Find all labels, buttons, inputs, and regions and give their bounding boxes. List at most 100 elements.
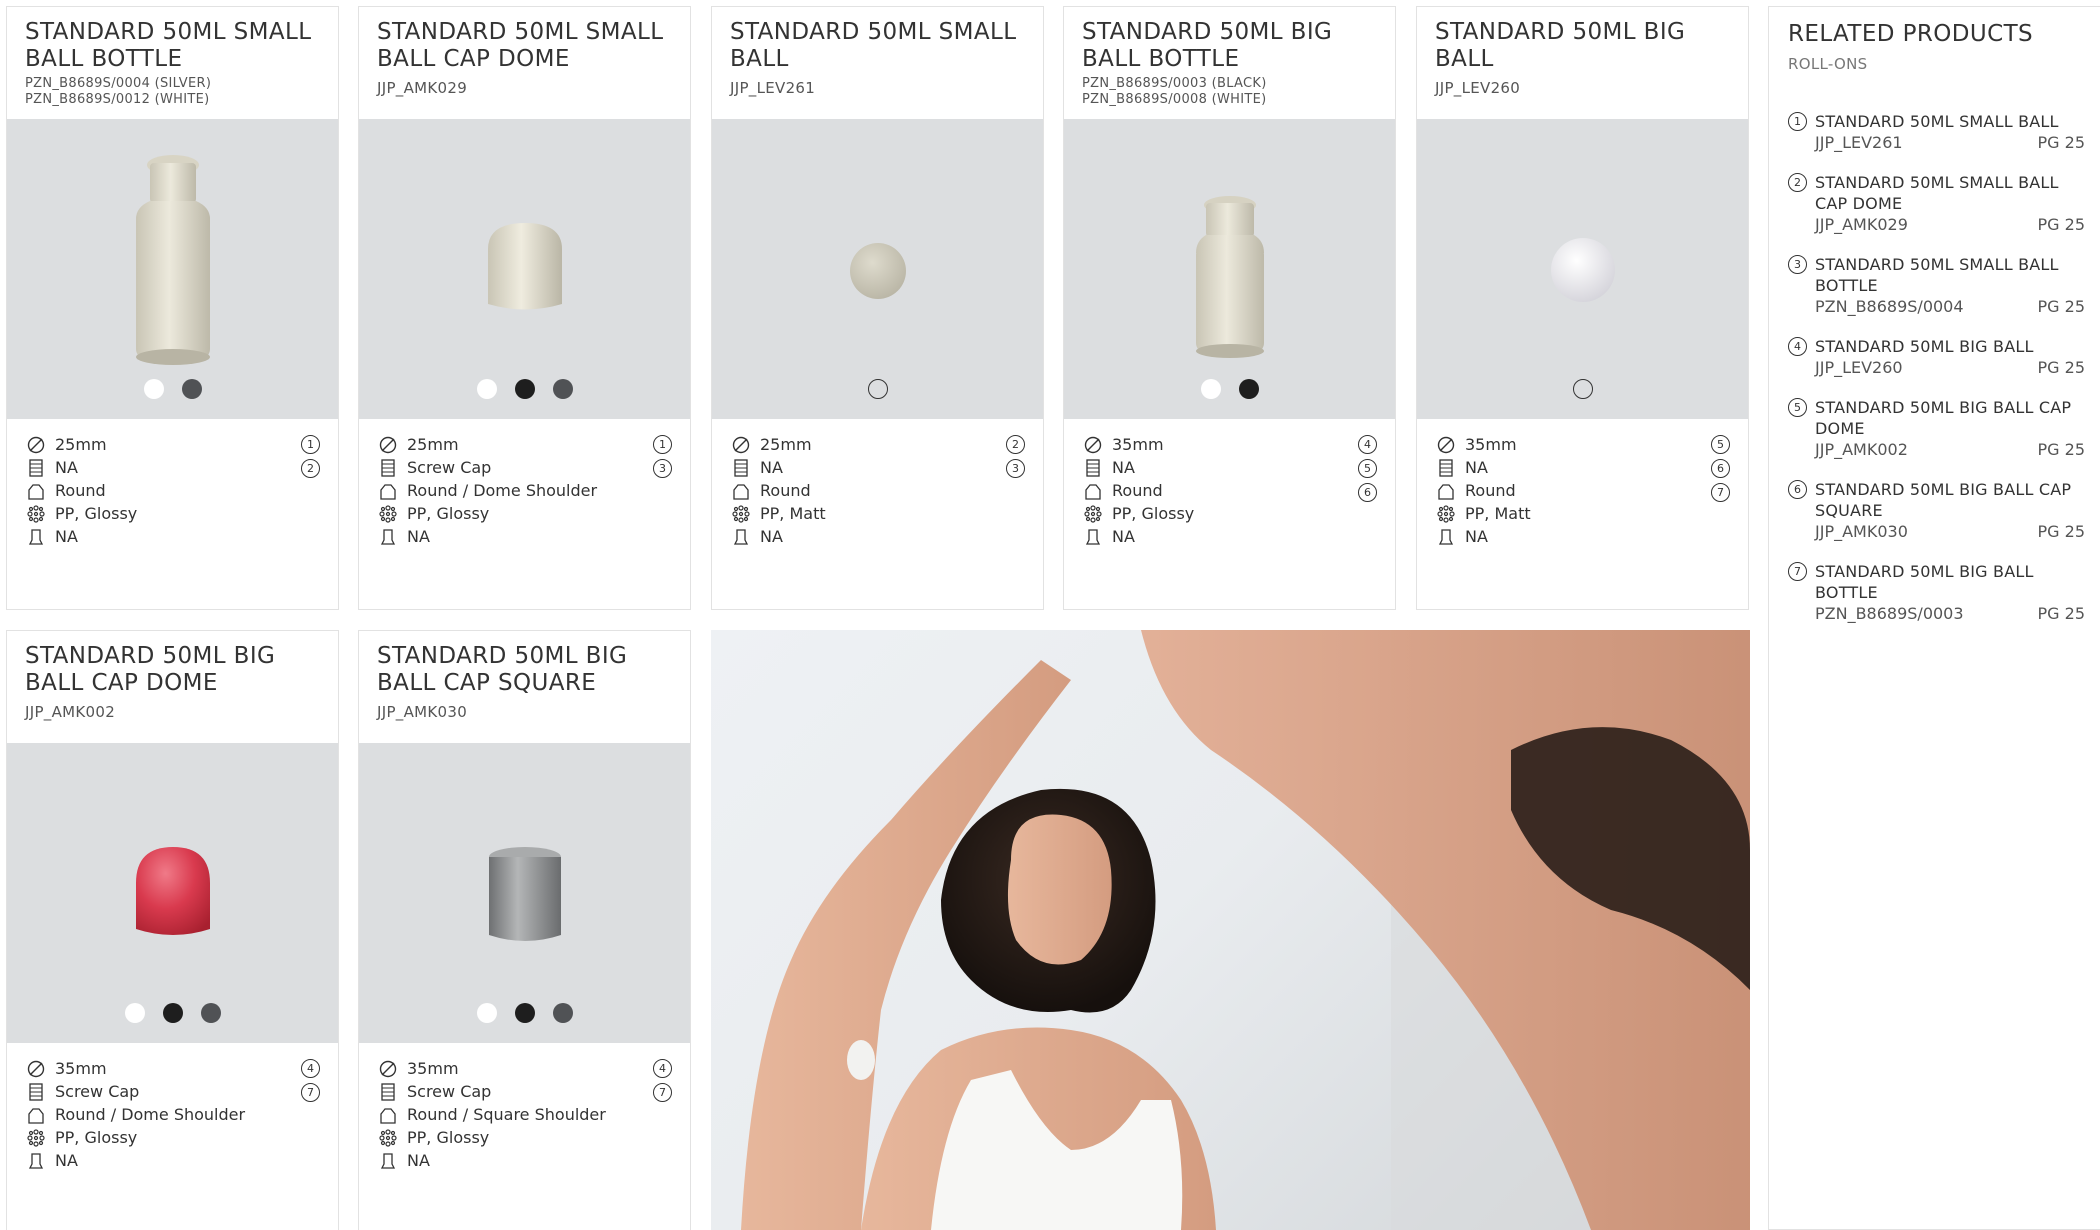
related-refs: 1 2	[301, 435, 320, 478]
swatch-natural[interactable]	[867, 379, 888, 399]
swatch-black[interactable]	[514, 1003, 535, 1023]
related-item[interactable]: 3 STANDARD 50ML SMALL BALL BOTTLE PZN_B8…	[1788, 254, 2100, 317]
ref-number[interactable]: 6	[1358, 483, 1377, 502]
related-item-page[interactable]: PG 25	[2038, 603, 2086, 624]
swatch-white[interactable]	[124, 1003, 145, 1023]
swatch-grey[interactable]	[181, 379, 202, 399]
ball-image	[849, 243, 906, 299]
spec-shape: Round	[1465, 481, 1516, 500]
swatch-black[interactable]	[1238, 379, 1259, 399]
swatch-white[interactable]	[143, 379, 164, 399]
product-specs: 25mm Screw Cap Round / Dome Shoulder PP,…	[359, 419, 690, 609]
material-icon	[25, 504, 47, 524]
shape-icon	[377, 1105, 399, 1125]
ref-number: 3	[1788, 255, 1807, 274]
swatch-grey[interactable]	[200, 1003, 221, 1023]
swatch-grey[interactable]	[552, 379, 573, 399]
product-photo	[7, 743, 338, 1043]
swatch-white[interactable]	[1572, 379, 1593, 399]
diameter-icon	[377, 435, 399, 455]
product-card[interactable]: STANDARD 50ML BIG BALL BOTTLE PZN_B8689S…	[1063, 6, 1396, 610]
product-code: JJP_AMK030	[377, 703, 468, 721]
related-item[interactable]: 2 STANDARD 50ML SMALL BALL CAP DOME JJP_…	[1788, 172, 2100, 235]
ref-number[interactable]: 7	[1711, 483, 1730, 502]
spec-closure: Screw Cap	[55, 1082, 140, 1101]
ref-number[interactable]: 2	[301, 459, 320, 478]
ref-number[interactable]: 6	[1711, 459, 1730, 478]
product-code: PZN_B8689S/0003 (BLACK)	[1082, 76, 1267, 91]
product-specs: 25mm NA Round PP, Matt NA 2 3	[712, 419, 1043, 609]
product-title: STANDARD 50ML SMALL BALL	[730, 19, 1017, 72]
related-item-page[interactable]: PG 25	[2038, 132, 2086, 153]
product-card[interactable]: STANDARD 50ML SMALL BALL CAP DOME JJP_AM…	[358, 6, 691, 610]
related-item-page[interactable]: PG 25	[2038, 439, 2086, 460]
product-code: JJP_AMK029	[377, 79, 468, 97]
product-specs: 35mm NA Round PP, Glossy NA 4 5 6	[1064, 419, 1395, 609]
product-card[interactable]: STANDARD 50ML BIG BALL CAP SQUARE JJP_AM…	[358, 630, 691, 1230]
swatch-black[interactable]	[162, 1003, 183, 1023]
roll-on-bottle-image	[135, 155, 210, 365]
related-item-code: PZN_B8689S/0003	[1815, 604, 1964, 623]
product-card[interactable]: STANDARD 50ML BIG BALL CAP DOME JJP_AMK0…	[6, 630, 339, 1230]
ref-number: 5	[1788, 398, 1807, 417]
product-card[interactable]: STANDARD 50ML SMALL BALL JJP_LEV261 25mm…	[711, 6, 1044, 610]
ref-number: 2	[1788, 173, 1807, 192]
ref-number[interactable]: 3	[1006, 459, 1025, 478]
ref-number[interactable]: 4	[301, 1059, 320, 1078]
spec-material: PP, Glossy	[407, 504, 490, 523]
spec-decoration: NA	[55, 527, 78, 546]
related-item[interactable]: 7 STANDARD 50ML BIG BALL BOTTLE PZN_B868…	[1788, 561, 2100, 624]
ref-number[interactable]: 7	[301, 1083, 320, 1102]
ref-number[interactable]: 5	[1711, 435, 1730, 454]
shape-icon	[377, 481, 399, 501]
spec-size: 35mm	[407, 1059, 459, 1078]
ref-number: 4	[1788, 337, 1807, 356]
spec-decoration: NA	[1112, 527, 1135, 546]
product-card[interactable]: STANDARD 50ML BIG BALL JJP_LEV260 35mm N…	[1416, 6, 1749, 610]
related-item-code: JJP_AMK030	[1815, 522, 1908, 541]
related-item[interactable]: 4 STANDARD 50ML BIG BALL JJP_LEV260 PG 25	[1788, 336, 2100, 378]
spec-closure: Screw Cap	[407, 1082, 492, 1101]
product-card[interactable]: STANDARD 50ML SMALL BALL BOTTLE PZN_B868…	[6, 6, 339, 610]
related-subtitle: ROLL-ONS	[1788, 55, 1868, 73]
product-title: STANDARD 50ML BIG BALL CAP DOME	[25, 643, 276, 696]
related-item-page[interactable]: PG 25	[2038, 521, 2086, 542]
swatch-black[interactable]	[514, 379, 535, 399]
ref-number[interactable]: 4	[1358, 435, 1377, 454]
swatch-white[interactable]	[1200, 379, 1221, 399]
related-item[interactable]: 6 STANDARD 50ML BIG BALL CAP SQUARE JJP_…	[1788, 479, 2100, 542]
swatch-white[interactable]	[476, 1003, 497, 1023]
spec-material: PP, Glossy	[407, 1128, 490, 1147]
diameter-icon	[730, 435, 752, 455]
ref-number[interactable]: 2	[1006, 435, 1025, 454]
ref-number[interactable]: 3	[653, 459, 672, 478]
related-item-code: JJP_AMK029	[1815, 215, 1908, 234]
ball-image	[1550, 238, 1615, 302]
product-code: PZN_B8689S/0008 (WHITE)	[1082, 92, 1267, 107]
spec-size: 25mm	[760, 435, 812, 454]
related-item-name: STANDARD 50ML BIG BALL BOTTLE	[1815, 562, 2034, 602]
related-item[interactable]: 1 STANDARD 50ML SMALL BALL JJP_LEV261 PG …	[1788, 111, 2100, 153]
decoration-icon	[377, 527, 399, 547]
product-code: JJP_LEV260	[1435, 79, 1521, 97]
ref-number[interactable]: 4	[653, 1059, 672, 1078]
related-item-page[interactable]: PG 25	[2038, 357, 2086, 378]
swatch-grey[interactable]	[552, 1003, 573, 1023]
decoration-icon	[1082, 527, 1104, 547]
swatch-white[interactable]	[476, 379, 497, 399]
related-item-page[interactable]: PG 25	[2038, 214, 2086, 235]
spec-size: 25mm	[55, 435, 107, 454]
product-title: STANDARD 50ML BIG BALL BOTTLE	[1082, 19, 1333, 72]
ref-number[interactable]: 1	[653, 435, 672, 454]
ref-number[interactable]: 7	[653, 1083, 672, 1102]
product-code: PZN_B8689S/0004 (SILVER)	[25, 76, 212, 91]
spec-shape: Round / Dome Shoulder	[407, 481, 598, 500]
product-photo	[1417, 119, 1748, 419]
related-item-name: STANDARD 50ML BIG BALL CAP DOME	[1815, 398, 2072, 438]
ref-number[interactable]: 5	[1358, 459, 1377, 478]
spec-closure: NA	[760, 458, 783, 477]
related-item[interactable]: 5 STANDARD 50ML BIG BALL CAP DOME JJP_AM…	[1788, 397, 2100, 460]
ref-number[interactable]: 1	[301, 435, 320, 454]
spec-closure: NA	[1465, 458, 1488, 477]
related-item-page[interactable]: PG 25	[2038, 296, 2086, 317]
